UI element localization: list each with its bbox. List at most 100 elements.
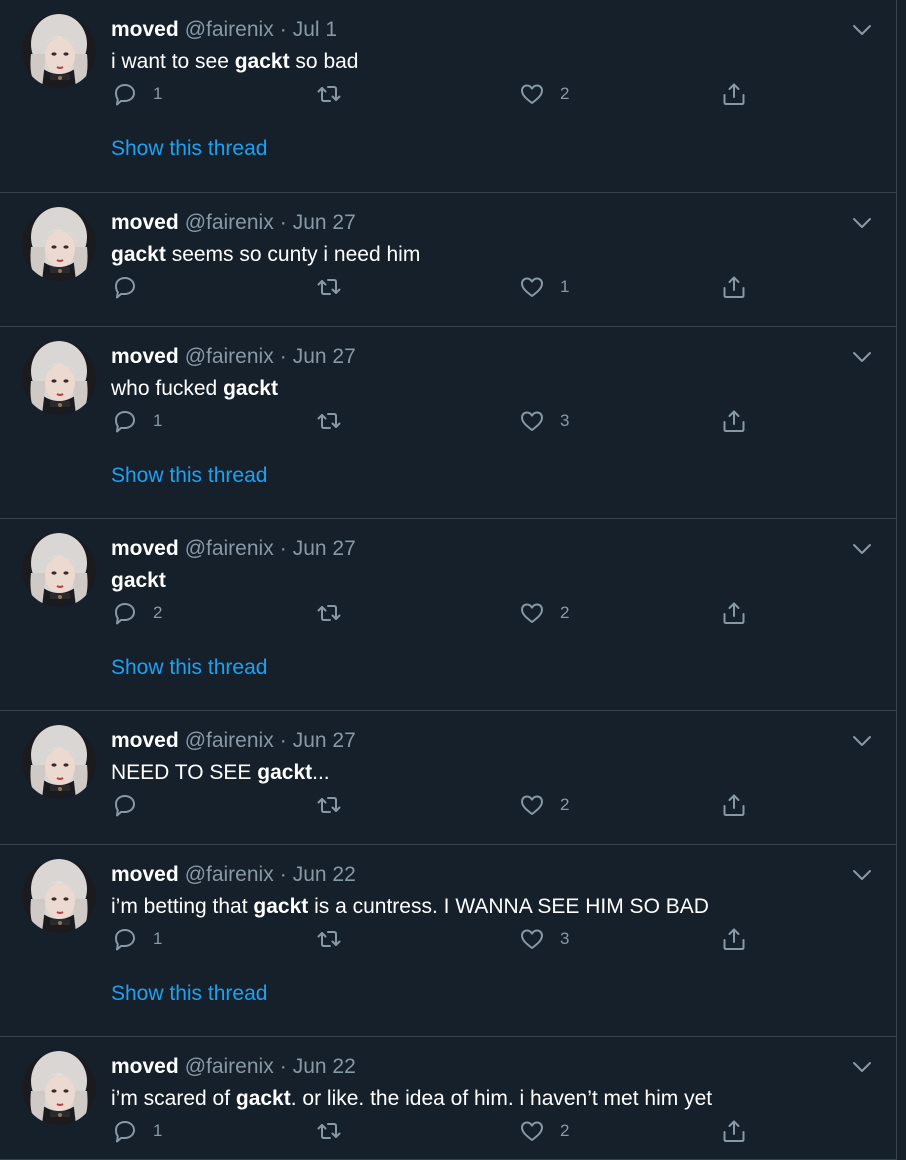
like-button[interactable]: 2 xyxy=(518,76,569,112)
author-name[interactable]: moved xyxy=(111,537,179,560)
show-thread-link[interactable]: Show this thread xyxy=(111,654,267,682)
share-button[interactable] xyxy=(720,269,748,305)
tweet-header: moved @fairenix · Jun 27 xyxy=(111,209,356,237)
share-button[interactable] xyxy=(720,1113,748,1149)
author-name[interactable]: moved xyxy=(111,1055,179,1078)
reply-button[interactable]: 1 xyxy=(111,403,162,439)
tweet-date[interactable]: Jun 27 xyxy=(293,537,356,560)
author-handle[interactable]: @fairenix xyxy=(185,729,274,752)
tweet-actions: 1 2 xyxy=(111,76,771,112)
share-icon xyxy=(723,276,745,298)
share-button[interactable] xyxy=(720,76,748,112)
separator-dot: · xyxy=(279,1055,287,1078)
reply-button[interactable]: 1 xyxy=(111,76,162,112)
author-handle[interactable]: @fairenix xyxy=(185,211,274,234)
tweet[interactable]: moved @fairenix · Jun 27 gackt 2 2 Show … xyxy=(0,519,896,711)
chevron-down-icon[interactable] xyxy=(850,345,874,369)
author-name[interactable]: moved xyxy=(111,729,179,752)
tweet-text: gackt xyxy=(111,567,166,595)
avatar[interactable] xyxy=(22,341,96,415)
like-count: 2 xyxy=(560,603,570,622)
chevron-down-icon[interactable] xyxy=(850,729,874,753)
tweet-text: gackt seems so cunty i need him xyxy=(111,241,420,269)
tweet[interactable]: moved @fairenix · Jun 27 gackt seems so cun… xyxy=(0,193,896,327)
reply-button[interactable]: 1 xyxy=(111,921,162,957)
like-button[interactable]: 1 xyxy=(518,269,569,305)
share-button[interactable] xyxy=(720,403,748,439)
tweet-date[interactable]: Jul 1 xyxy=(293,18,337,41)
author-name[interactable]: moved xyxy=(111,18,179,41)
retweet-icon xyxy=(317,797,341,813)
author-name[interactable]: moved xyxy=(111,863,179,886)
highlighted-term: gackt xyxy=(223,377,278,400)
reply-icon xyxy=(115,603,135,625)
reply-button[interactable] xyxy=(111,787,153,823)
author-handle[interactable]: @fairenix xyxy=(185,863,274,886)
retweet-button[interactable] xyxy=(315,595,357,631)
chevron-down-icon[interactable] xyxy=(850,537,874,561)
share-button[interactable] xyxy=(720,787,748,823)
chevron-down-icon[interactable] xyxy=(850,1055,874,1079)
tweet-date[interactable]: Jun 27 xyxy=(293,729,356,752)
chevron-down-icon[interactable] xyxy=(850,18,874,42)
share-button[interactable] xyxy=(720,921,748,957)
like-button[interactable]: 3 xyxy=(518,921,569,957)
share-button[interactable] xyxy=(720,595,748,631)
share-icon xyxy=(723,602,745,624)
reply-icon xyxy=(115,795,135,817)
author-handle[interactable]: @fairenix xyxy=(185,1055,274,1078)
author-name[interactable]: moved xyxy=(111,345,179,368)
highlighted-term: gackt xyxy=(111,569,166,592)
retweet-button[interactable] xyxy=(315,269,357,305)
avatar[interactable] xyxy=(22,1051,96,1125)
tweet-header: moved @fairenix · Jun 22 xyxy=(111,1053,356,1081)
text-segment: so bad xyxy=(289,50,359,73)
tweet[interactable]: moved @fairenix · Jun 27 NEED TO SEE gackt.… xyxy=(0,711,896,845)
tweet[interactable]: moved @fairenix · Jun 27 who fucked gackt 1 xyxy=(0,327,896,519)
show-thread-link[interactable]: Show this thread xyxy=(111,462,267,490)
reply-icon xyxy=(115,1121,135,1143)
like-button[interactable]: 2 xyxy=(518,787,569,823)
chevron-down-icon[interactable] xyxy=(850,211,874,235)
like-button[interactable]: 2 xyxy=(518,1113,569,1149)
avatar[interactable] xyxy=(22,725,96,799)
author-handle[interactable]: @fairenix xyxy=(185,18,274,41)
tweet-date[interactable]: Jun 22 xyxy=(293,863,356,886)
avatar[interactable] xyxy=(22,207,96,281)
text-segment: ... xyxy=(312,761,330,784)
tweet[interactable]: moved @fairenix · Jun 22 i’m betting that g… xyxy=(0,845,896,1037)
retweet-button[interactable] xyxy=(315,787,357,823)
reply-button[interactable]: 1 xyxy=(111,1113,162,1149)
retweet-button[interactable] xyxy=(315,921,357,957)
tweet[interactable]: moved @fairenix · Jul 1 i want to see gackt… xyxy=(0,0,896,193)
tweet-date[interactable]: Jun 27 xyxy=(293,211,356,234)
separator-dot: · xyxy=(279,729,287,752)
avatar[interactable] xyxy=(22,14,96,88)
retweet-icon xyxy=(317,931,341,947)
reply-button[interactable]: 2 xyxy=(111,595,162,631)
author-name[interactable]: moved xyxy=(111,211,179,234)
retweet-button[interactable] xyxy=(315,76,357,112)
like-button[interactable]: 3 xyxy=(518,403,569,439)
chevron-down-icon[interactable] xyxy=(850,863,874,887)
author-handle[interactable]: @fairenix xyxy=(185,345,274,368)
like-button[interactable]: 2 xyxy=(518,595,569,631)
show-thread-link[interactable]: Show this thread xyxy=(111,980,267,1008)
author-handle[interactable]: @fairenix xyxy=(185,537,274,560)
tweet-date[interactable]: Jun 27 xyxy=(293,345,356,368)
like-count: 1 xyxy=(560,277,570,296)
tweet-actions: 2 2 xyxy=(111,595,771,631)
avatar[interactable] xyxy=(22,533,96,607)
text-segment: i’m betting that xyxy=(111,895,254,918)
retweet-button[interactable] xyxy=(315,1113,357,1149)
retweet-button[interactable] xyxy=(315,403,357,439)
show-thread-link[interactable]: Show this thread xyxy=(111,135,267,163)
reply-button[interactable] xyxy=(111,269,153,305)
tweet-date[interactable]: Jun 22 xyxy=(293,1055,356,1078)
share-icon xyxy=(723,410,745,432)
text-segment: i want to see xyxy=(111,50,235,73)
text-segment: is a cuntress. I WANNA SEE HIM SO BAD xyxy=(308,895,709,918)
tweet[interactable]: moved @fairenix · Jun 22 i’m scared of gack… xyxy=(0,1037,896,1160)
avatar[interactable] xyxy=(22,859,96,933)
avatar-image xyxy=(22,533,96,607)
